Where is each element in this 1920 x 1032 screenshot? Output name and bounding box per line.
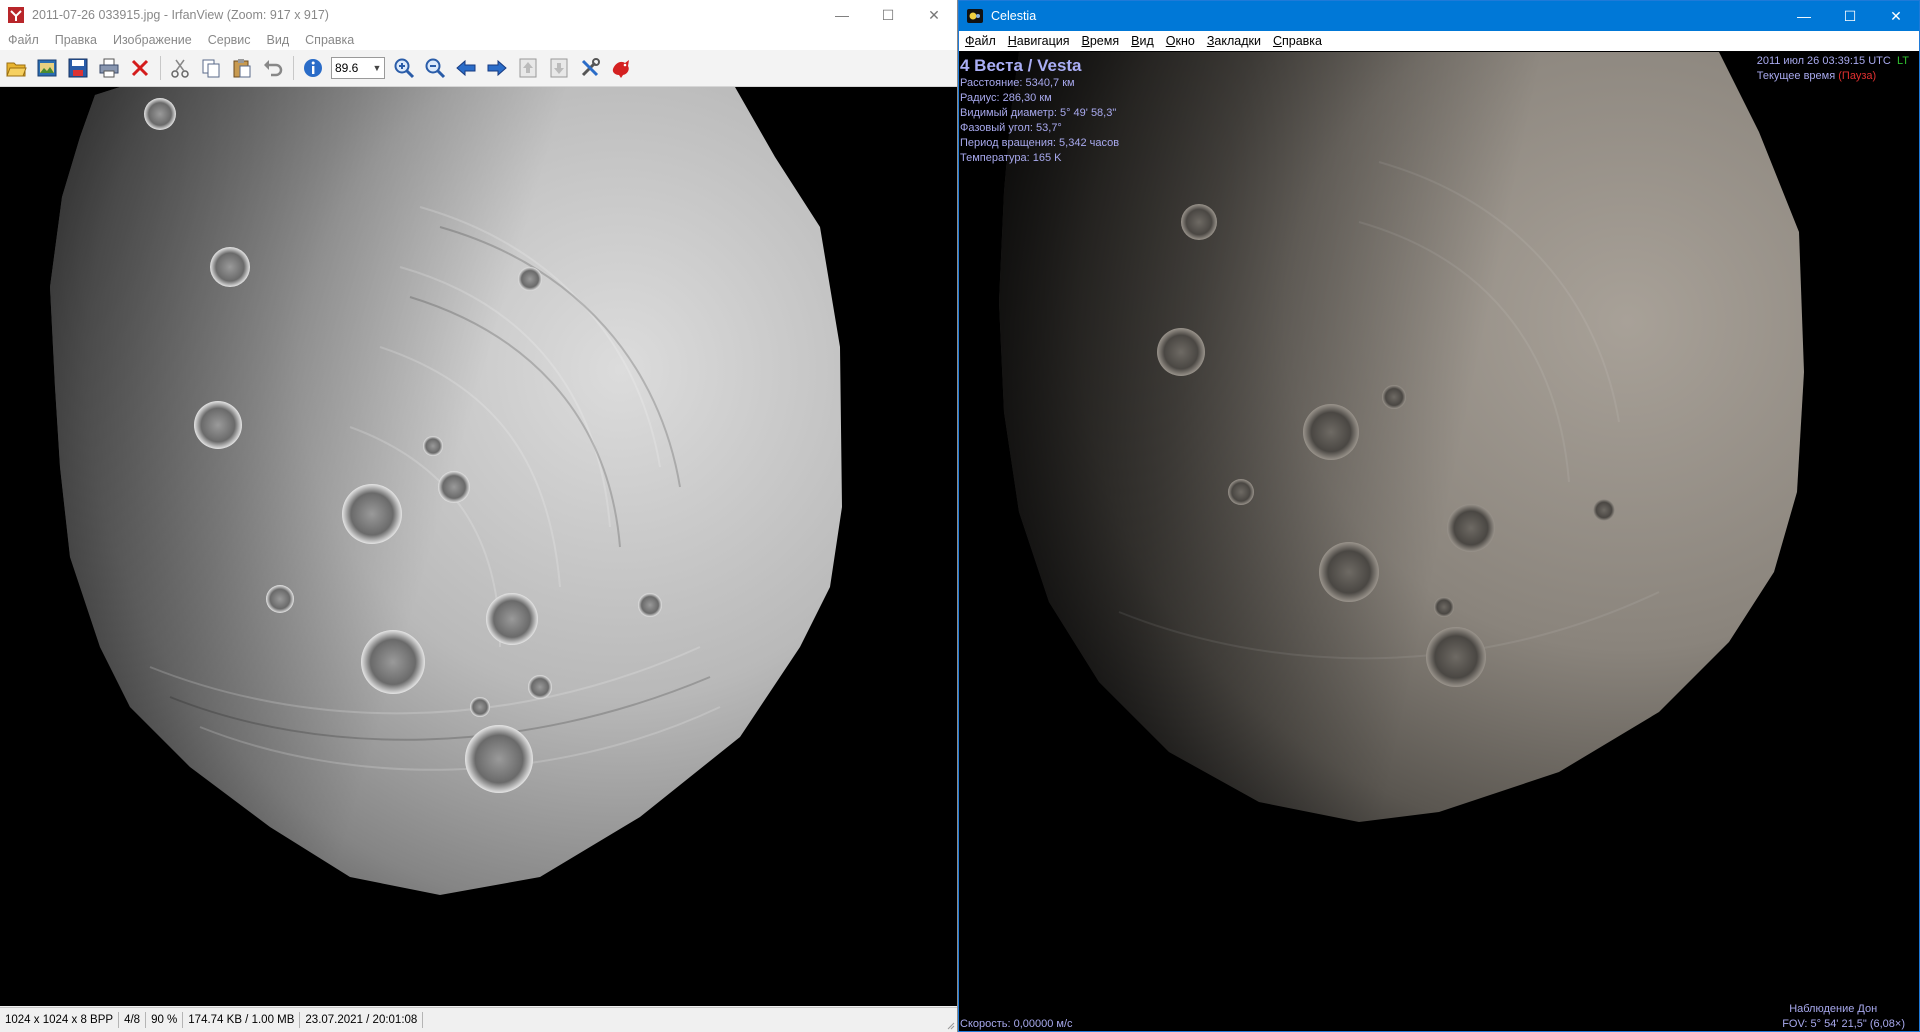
- save-icon[interactable]: [65, 55, 91, 81]
- next-icon[interactable]: [484, 55, 510, 81]
- rotation-period-readout: Период вращения: 5,342 часов: [960, 137, 1120, 149]
- window-title: Celestia: [991, 9, 1037, 23]
- celestia-menubar: Файл Навигация Время Вид Окно Закладки С…: [959, 31, 1919, 51]
- vesta-image: [50, 87, 842, 895]
- minimize-button[interactable]: —: [819, 0, 865, 30]
- irfanview-logo-icon[interactable]: [608, 55, 634, 81]
- info-icon[interactable]: [300, 55, 326, 81]
- time-mode: Текущее время: [1756, 70, 1836, 82]
- zoom-select[interactable]: 89.6 ▼: [331, 57, 385, 79]
- status-date: 23.07.2021 / 20:01:08: [300, 1012, 424, 1028]
- observer-label: Наблюдение Дон: [1789, 1003, 1878, 1015]
- irfanview-statusbar: 1024 x 1024 x 8 BPP 4/8 90 % 174.74 KB /…: [0, 1007, 957, 1032]
- datetime-readout: 2011 июл 26 03:39:15 UTC: [1756, 55, 1891, 67]
- celestia-titlebar[interactable]: Celestia — ☐ ✕: [959, 1, 1919, 31]
- resize-grip-icon[interactable]: [945, 1020, 955, 1030]
- page-down-icon[interactable]: [546, 55, 572, 81]
- menu-view[interactable]: Вид: [259, 33, 298, 47]
- zoom-in-icon[interactable]: [391, 55, 417, 81]
- window-title: 2011-07-26 033915.jpg - IrfanView (Zoom:…: [32, 8, 329, 22]
- close-button[interactable]: ✕: [1873, 1, 1919, 31]
- irfanview-toolbar: 89.6 ▼: [0, 50, 957, 87]
- celestia-window: Celestia — ☐ ✕ Файл Навигация Время Вид …: [958, 0, 1920, 1032]
- irfanview-titlebar[interactable]: 2011-07-26 033915.jpg - IrfanView (Zoom:…: [0, 0, 957, 30]
- menu-image[interactable]: Изображение: [105, 33, 200, 47]
- menu-navigation[interactable]: Навигация: [1002, 34, 1076, 48]
- menu-window[interactable]: Окно: [1160, 34, 1201, 48]
- menu-help[interactable]: Справка: [1267, 34, 1328, 48]
- previous-icon[interactable]: [453, 55, 479, 81]
- irfanview-app-icon: [8, 7, 24, 23]
- hud-observer: Наблюдение Дон FOV: 5° 54' 21,5" (6,08×): [1782, 1002, 1905, 1031]
- status-zoom: 90 %: [146, 1012, 184, 1028]
- hud-object-info: 4 Веста / Vesta Расстояние: 5340,7 км Ра…: [960, 56, 1119, 166]
- toolbar-separator: [160, 56, 161, 80]
- menu-tools[interactable]: Сервис: [200, 33, 259, 47]
- thumbnails-icon[interactable]: [34, 55, 60, 81]
- distance-readout: Расстояние: 5340,7 км: [960, 77, 1075, 89]
- menu-help[interactable]: Справка: [297, 33, 362, 47]
- hud-time-info: 2011 июл 26 03:39:15 UTC LT Текущее врем…: [1757, 54, 1909, 84]
- status-filesize: 174.74 KB / 1.00 MB: [183, 1012, 301, 1028]
- status-dimensions: 1024 x 1024 x 8 BPP: [0, 1012, 120, 1028]
- hud-speed: Скорость: 0,00000 м/с: [960, 1017, 1073, 1031]
- light-time-indicator: LT: [1896, 55, 1909, 67]
- phase-angle-readout: Фазовый угол: 53,7°: [960, 122, 1062, 134]
- temperature-readout: Температура: 165 K: [960, 152, 1062, 164]
- maximize-button[interactable]: ☐: [1827, 1, 1873, 31]
- chevron-down-icon[interactable]: ▼: [370, 63, 384, 73]
- celestia-app-icon: [967, 9, 983, 23]
- fov-readout: FOV: 5° 54' 21,5" (6,08×): [1782, 1018, 1905, 1030]
- toolbar-separator: [293, 56, 294, 80]
- menu-edit[interactable]: Правка: [47, 33, 105, 47]
- object-name: 4 Веста / Vesta: [960, 56, 1082, 75]
- delete-icon[interactable]: [127, 55, 153, 81]
- page-up-icon[interactable]: [515, 55, 541, 81]
- cut-icon[interactable]: [167, 55, 193, 81]
- vesta-render: [999, 52, 1804, 822]
- settings-icon[interactable]: [577, 55, 603, 81]
- menu-file[interactable]: Файл: [959, 34, 1002, 48]
- menu-bookmarks[interactable]: Закладки: [1201, 34, 1267, 48]
- irfanview-window: 2011-07-26 033915.jpg - IrfanView (Zoom:…: [0, 0, 958, 1032]
- zoom-value: 89.6: [335, 61, 359, 75]
- undo-icon[interactable]: [260, 55, 286, 81]
- celestia-3d-view[interactable]: 4 Веста / Vesta Расстояние: 5340,7 км Ра…: [959, 52, 1919, 1031]
- maximize-button[interactable]: ☐: [865, 0, 911, 30]
- menu-time[interactable]: Время: [1076, 34, 1126, 48]
- open-folder-icon[interactable]: [3, 55, 29, 81]
- menu-view[interactable]: Вид: [1125, 34, 1160, 48]
- zoom-out-icon[interactable]: [422, 55, 448, 81]
- irfanview-menubar: Файл Правка Изображение Сервис Вид Справ…: [0, 30, 957, 50]
- image-viewer[interactable]: [0, 87, 957, 1006]
- copy-icon[interactable]: [198, 55, 224, 81]
- paused-indicator: (Пауза): [1838, 70, 1877, 82]
- apparent-diameter-readout: Видимый диаметр: 5° 49' 58,3": [960, 107, 1117, 119]
- paste-icon[interactable]: [229, 55, 255, 81]
- close-button[interactable]: ✕: [911, 0, 957, 30]
- menu-file[interactable]: Файл: [0, 33, 47, 47]
- print-icon[interactable]: [96, 55, 122, 81]
- speed-readout: Скорость: 0,00000 м/с: [960, 1018, 1073, 1030]
- radius-readout: Радиус: 286,30 км: [960, 92, 1052, 104]
- status-index: 4/8: [119, 1012, 147, 1028]
- minimize-button[interactable]: —: [1781, 1, 1827, 31]
